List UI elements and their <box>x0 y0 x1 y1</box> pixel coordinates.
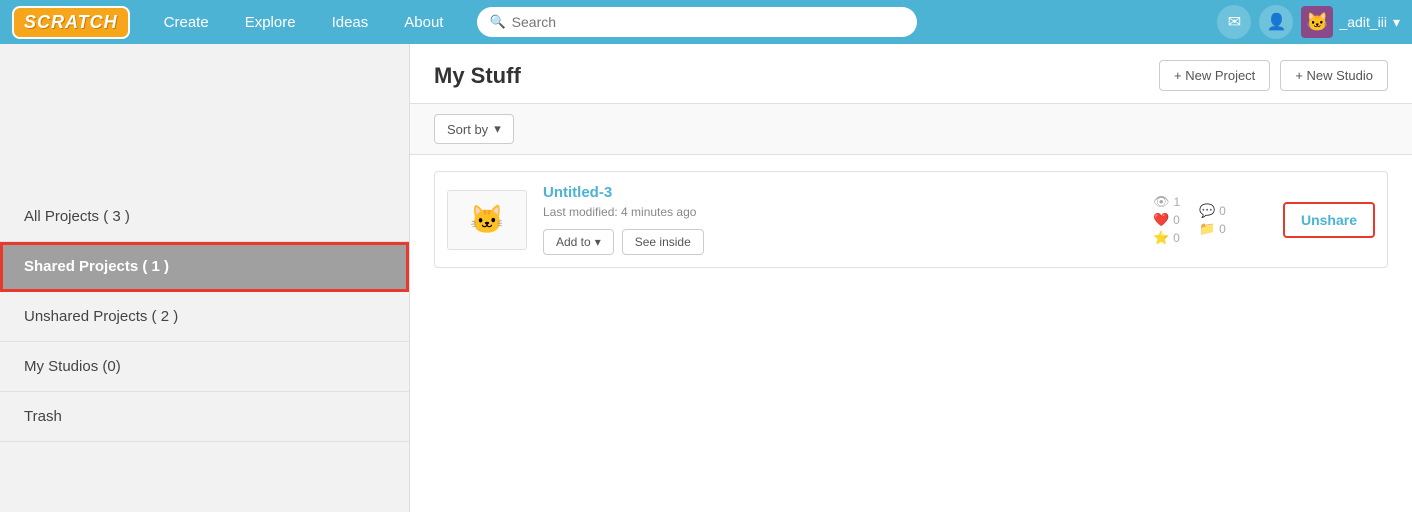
sidebar-item-all-projects[interactable]: All Projects ( 3 ) <box>0 192 409 242</box>
page-title: My Stuff <box>434 63 521 89</box>
main-layout: All Projects ( 3 ) Shared Projects ( 1 )… <box>0 44 1412 512</box>
content-area: My Stuff + New Project + New Studio Sort… <box>410 44 1412 512</box>
search-icon: 🔍 <box>489 14 505 30</box>
project-card: 🐱 Untitled-3 Last modified: 4 minutes ag… <box>434 171 1388 268</box>
new-project-button[interactable]: + New Project <box>1159 60 1270 91</box>
user-chevron-icon: ▾ <box>1393 14 1400 31</box>
comments-count: 0 <box>1219 204 1226 218</box>
thumbnail-image: 🐱 <box>470 203 505 236</box>
comments-icon: 💬 <box>1199 203 1215 219</box>
project-meta: Last modified: 4 minutes ago <box>543 205 1137 219</box>
header-icons: ✉ 👤 🐱 _adit_iii ▾ <box>1217 5 1400 39</box>
comments-stat: 💬 0 <box>1199 203 1226 219</box>
unshare-button[interactable]: Unshare <box>1283 202 1375 238</box>
projects-list: 🐱 Untitled-3 Last modified: 4 minutes ag… <box>410 155 1412 296</box>
header: SCRATCH Create Explore Ideas About 🔍 ✉ 👤… <box>0 0 1412 44</box>
remixes-icon: 📁 <box>1199 221 1215 237</box>
add-to-chevron-icon: ▾ <box>595 235 601 249</box>
content-header: My Stuff + New Project + New Studio <box>410 44 1412 104</box>
project-stats-2: 💬 0 📁 0 <box>1199 203 1259 237</box>
sidebar: All Projects ( 3 ) Shared Projects ( 1 )… <box>0 44 410 512</box>
nav-about[interactable]: About <box>386 0 461 44</box>
sort-bar: Sort by ▾ <box>410 104 1412 155</box>
remixes-count: 0 <box>1219 222 1226 236</box>
sort-by-label: Sort by <box>447 122 488 137</box>
views-count: 1 <box>1173 195 1180 209</box>
loves-stat: ❤️ 0 <box>1153 212 1180 228</box>
views-stat: 👁 1 <box>1153 194 1180 210</box>
add-to-button[interactable]: Add to ▾ <box>543 229 614 255</box>
project-actions: Add to ▾ See inside <box>543 229 1137 255</box>
project-thumbnail: 🐱 <box>447 190 527 250</box>
new-studio-button[interactable]: + New Studio <box>1280 60 1388 91</box>
user-menu[interactable]: 🐱 _adit_iii ▾ <box>1301 6 1400 38</box>
see-inside-button[interactable]: See inside <box>622 229 704 255</box>
sort-by-button[interactable]: Sort by ▾ <box>434 114 514 144</box>
avatar: 🐱 <box>1301 6 1333 38</box>
sidebar-item-shared-projects[interactable]: Shared Projects ( 1 ) <box>0 242 409 292</box>
sidebar-item-my-studios[interactable]: My Studios (0) <box>0 342 409 392</box>
nav-ideas[interactable]: Ideas <box>314 0 387 44</box>
search-input[interactable] <box>512 14 906 30</box>
search-bar: 🔍 <box>477 7 917 37</box>
remixes-stat: 📁 0 <box>1199 221 1226 237</box>
favorites-icon: ⭐ <box>1153 230 1169 246</box>
views-icon: 👁 <box>1153 194 1170 210</box>
favorites-count: 0 <box>1173 231 1180 245</box>
add-to-label: Add to <box>556 235 591 249</box>
logo[interactable]: SCRATCH <box>12 6 130 39</box>
header-buttons: + New Project + New Studio <box>1159 60 1388 91</box>
loves-count: 0 <box>1173 213 1180 227</box>
sort-chevron-icon: ▾ <box>494 121 501 137</box>
notifications-icon[interactable]: 👤 <box>1259 5 1293 39</box>
loves-icon: ❤️ <box>1153 212 1169 228</box>
sidebar-item-unshared-projects[interactable]: Unshared Projects ( 2 ) <box>0 292 409 342</box>
project-info: Untitled-3 Last modified: 4 minutes ago … <box>543 184 1137 255</box>
username: _adit_iii <box>1339 14 1386 30</box>
nav-explore[interactable]: Explore <box>227 0 314 44</box>
sidebar-item-trash[interactable]: Trash <box>0 392 409 442</box>
project-name[interactable]: Untitled-3 <box>543 184 1137 201</box>
messages-icon[interactable]: ✉ <box>1217 5 1251 39</box>
nav-create[interactable]: Create <box>146 0 227 44</box>
favorites-stat: ⭐ 0 <box>1153 230 1180 246</box>
